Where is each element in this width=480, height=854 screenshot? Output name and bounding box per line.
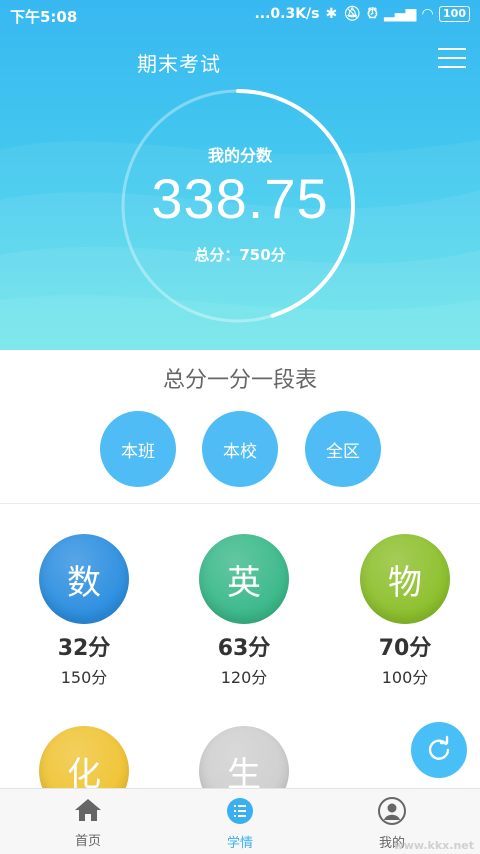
mute-icon: 🔕︎ bbox=[343, 6, 362, 22]
network-speed: ...0.3K/s bbox=[254, 6, 320, 22]
subject-score: 32分 bbox=[57, 636, 111, 661]
subject-score: 63分 bbox=[217, 636, 271, 661]
home-icon bbox=[75, 799, 101, 821]
menu-icon[interactable] bbox=[438, 46, 466, 70]
score-label: 我的分数 bbox=[207, 146, 272, 165]
wifi-icon: ◠ bbox=[422, 6, 434, 22]
battery-icon: 100 bbox=[439, 6, 470, 22]
subject-score: 70分 bbox=[378, 636, 432, 661]
bottom-navigation: 首页 学情 我的 www.kkx.net bbox=[0, 788, 480, 854]
refresh-icon bbox=[428, 735, 450, 760]
nav-home-label: 首页 bbox=[74, 834, 101, 849]
subject-full-score: 100分 bbox=[381, 668, 429, 687]
subject-card-english[interactable]: 英 63分 120分 bbox=[198, 534, 290, 688]
subject-full-score: 120分 bbox=[220, 668, 268, 687]
subject-icon-english[interactable]: 英 bbox=[199, 534, 289, 624]
status-time: 下午5:08 bbox=[10, 8, 78, 26]
alarm-icon: ⏰︎ bbox=[367, 6, 378, 22]
subject-icon-math[interactable]: 数 bbox=[39, 534, 129, 624]
school-scope-button[interactable]: 本校 bbox=[202, 411, 278, 487]
section-divider bbox=[0, 503, 480, 504]
nav-home[interactable]: 首页 bbox=[48, 797, 128, 849]
signal-icon: ▂▄▆ bbox=[383, 6, 417, 22]
ranking-title: 总分一分一段表 bbox=[162, 368, 317, 393]
page-title: 期末考试 bbox=[137, 52, 221, 76]
bluetooth-icon: ✱ bbox=[325, 6, 338, 22]
score-value: 338.75 bbox=[151, 167, 329, 230]
status-bar: 下午5:08 ...0.3K/s ✱ 🔕︎ ⏰︎ ▂▄▆ ◠ 100 bbox=[0, 0, 480, 32]
score-total: 总分：750分 bbox=[194, 246, 286, 264]
district-scope-button[interactable]: 全区 bbox=[305, 411, 381, 487]
nav-study-label: 学情 bbox=[226, 836, 253, 851]
subject-card-math[interactable]: 数 32分 150分 bbox=[38, 534, 130, 688]
nav-study[interactable]: 学情 bbox=[200, 797, 280, 851]
watermark: www.kkx.net bbox=[393, 839, 474, 852]
user-icon bbox=[378, 797, 406, 825]
subject-full-score: 150分 bbox=[60, 668, 108, 687]
subject-card-physics[interactable]: 物 70分 100分 bbox=[359, 534, 451, 688]
status-icons: ...0.3K/s ✱ 🔕︎ ⏰︎ ▂▄▆ ◠ 100 bbox=[254, 6, 470, 22]
score-header: 下午5:08 ...0.3K/s ✱ 🔕︎ ⏰︎ ▂▄▆ ◠ 100 期末考试 … bbox=[0, 0, 480, 350]
class-scope-button[interactable]: 本班 bbox=[100, 411, 176, 487]
refresh-button[interactable] bbox=[411, 722, 467, 778]
list-icon bbox=[227, 798, 253, 824]
subject-icon-physics[interactable]: 物 bbox=[360, 534, 450, 624]
